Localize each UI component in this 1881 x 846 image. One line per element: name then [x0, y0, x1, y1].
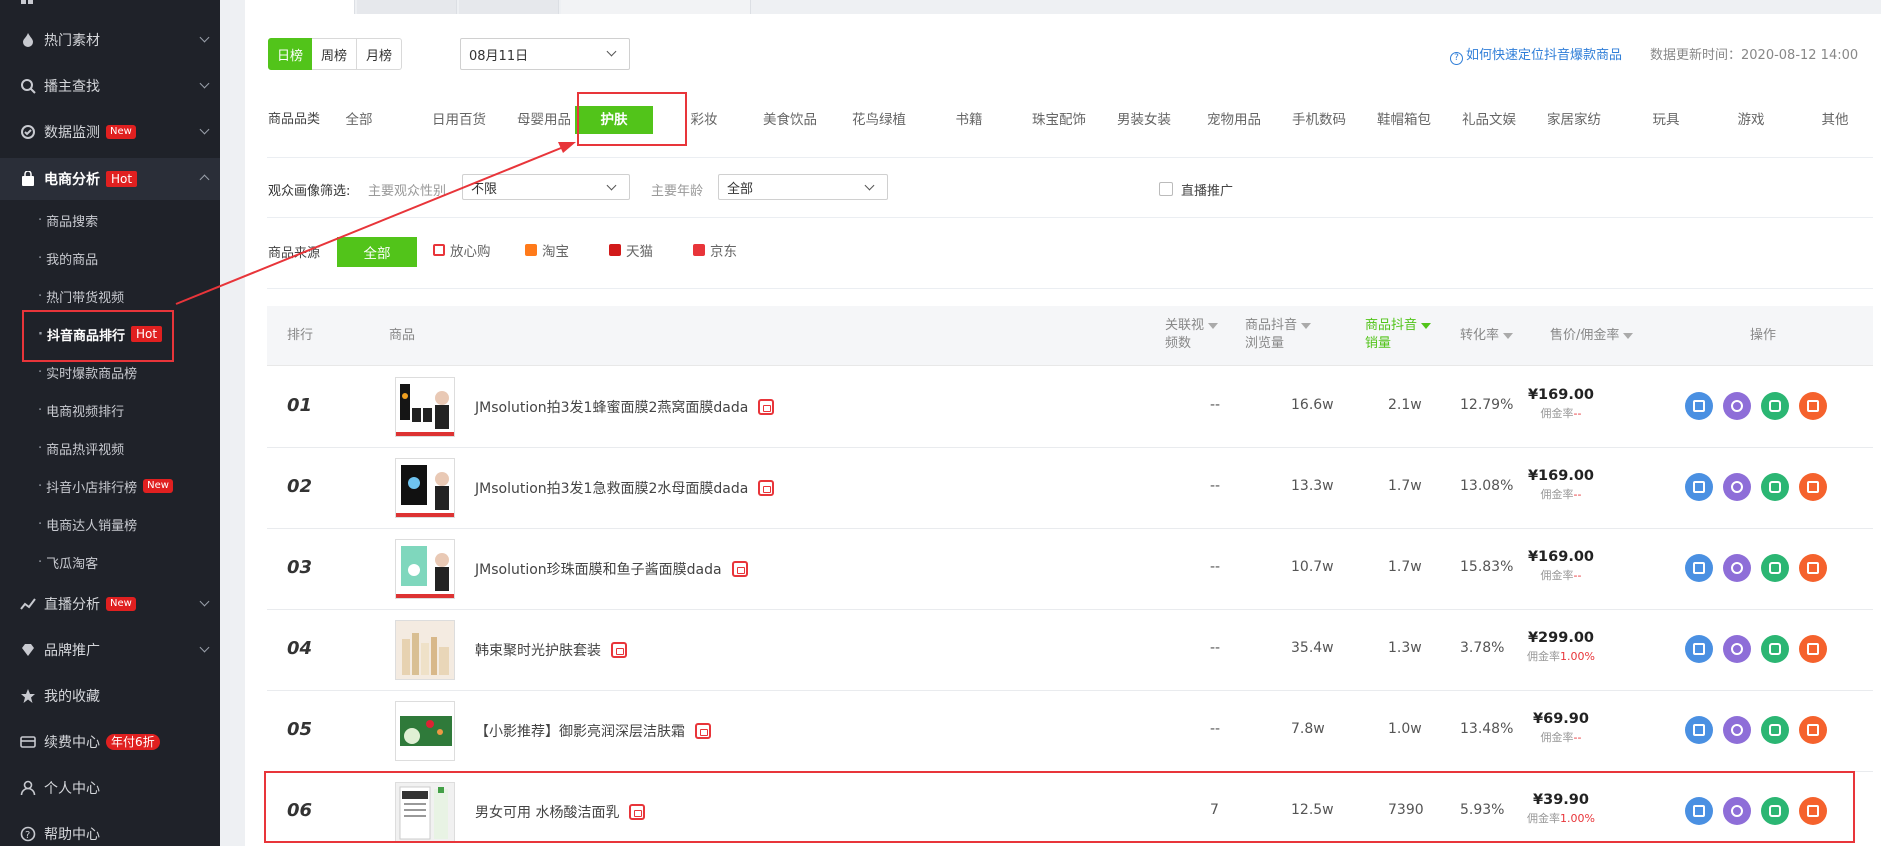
arrow-annotation [175, 142, 576, 305]
